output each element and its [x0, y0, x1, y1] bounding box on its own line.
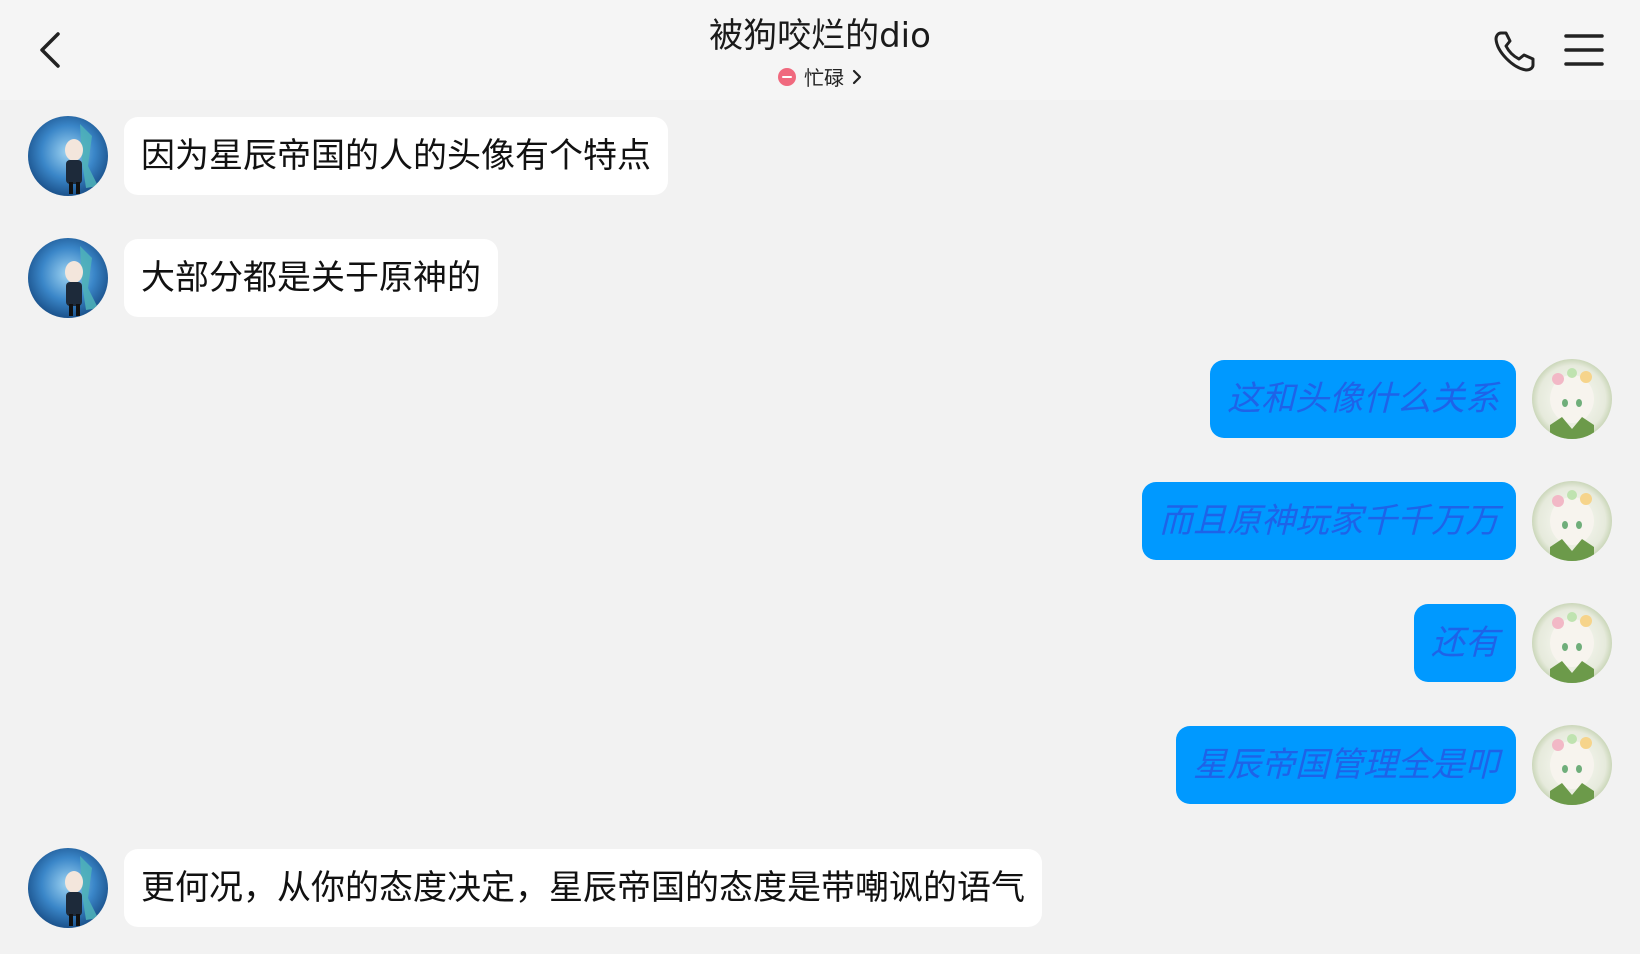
- message-row: 更何况，从你的态度决定，星辰帝国的态度是带嘲讽的语气: [28, 848, 1042, 928]
- outgoing-message-bubble[interactable]: 而且原神玩家千千万万: [1142, 482, 1516, 560]
- contact-avatar[interactable]: [28, 238, 108, 318]
- status-label: 忙碌: [804, 66, 844, 90]
- message-row: 因为星辰帝国的人的头像有个特点: [28, 116, 668, 196]
- message-row: 大部分都是关于原神的: [28, 238, 498, 318]
- incoming-message-bubble[interactable]: 因为星辰帝国的人的头像有个特点: [124, 117, 668, 195]
- incoming-message-bubble[interactable]: 大部分都是关于原神的: [124, 239, 498, 317]
- outgoing-message-bubble[interactable]: 星辰帝国管理全是叩: [1176, 726, 1516, 804]
- chat-title-block: 被狗咬烂的dio 忙碌: [0, 14, 1640, 91]
- my-avatar[interactable]: [1532, 603, 1612, 683]
- phone-icon: [1494, 31, 1535, 72]
- incoming-message-bubble[interactable]: 更何况，从你的态度决定，星辰帝国的态度是带嘲讽的语气: [124, 849, 1042, 927]
- chat-header: 被狗咬烂的dio 忙碌: [0, 0, 1640, 100]
- menu-icon: [1564, 34, 1604, 66]
- call-button[interactable]: [1492, 28, 1538, 74]
- my-avatar[interactable]: [1532, 359, 1612, 439]
- contact-status[interactable]: 忙碌: [778, 62, 862, 91]
- busy-status-icon: [778, 67, 796, 86]
- chevron-right-icon: [852, 69, 862, 84]
- message-row: 这和头像什么关系: [1210, 359, 1612, 439]
- message-row: 星辰帝国管理全是叩: [1176, 725, 1612, 805]
- my-avatar[interactable]: [1532, 725, 1612, 805]
- message-row: 还有: [1414, 603, 1612, 683]
- outgoing-message-bubble[interactable]: 这和头像什么关系: [1210, 360, 1516, 438]
- contact-avatar[interactable]: [28, 848, 108, 928]
- contact-avatar[interactable]: [28, 116, 108, 196]
- message-row: 而且原神玩家千千万万: [1142, 481, 1612, 561]
- contact-name: 被狗咬烂的dio: [709, 16, 931, 56]
- more-menu-button[interactable]: [1562, 30, 1606, 70]
- outgoing-message-bubble[interactable]: 还有: [1414, 604, 1516, 682]
- my-avatar[interactable]: [1532, 481, 1612, 561]
